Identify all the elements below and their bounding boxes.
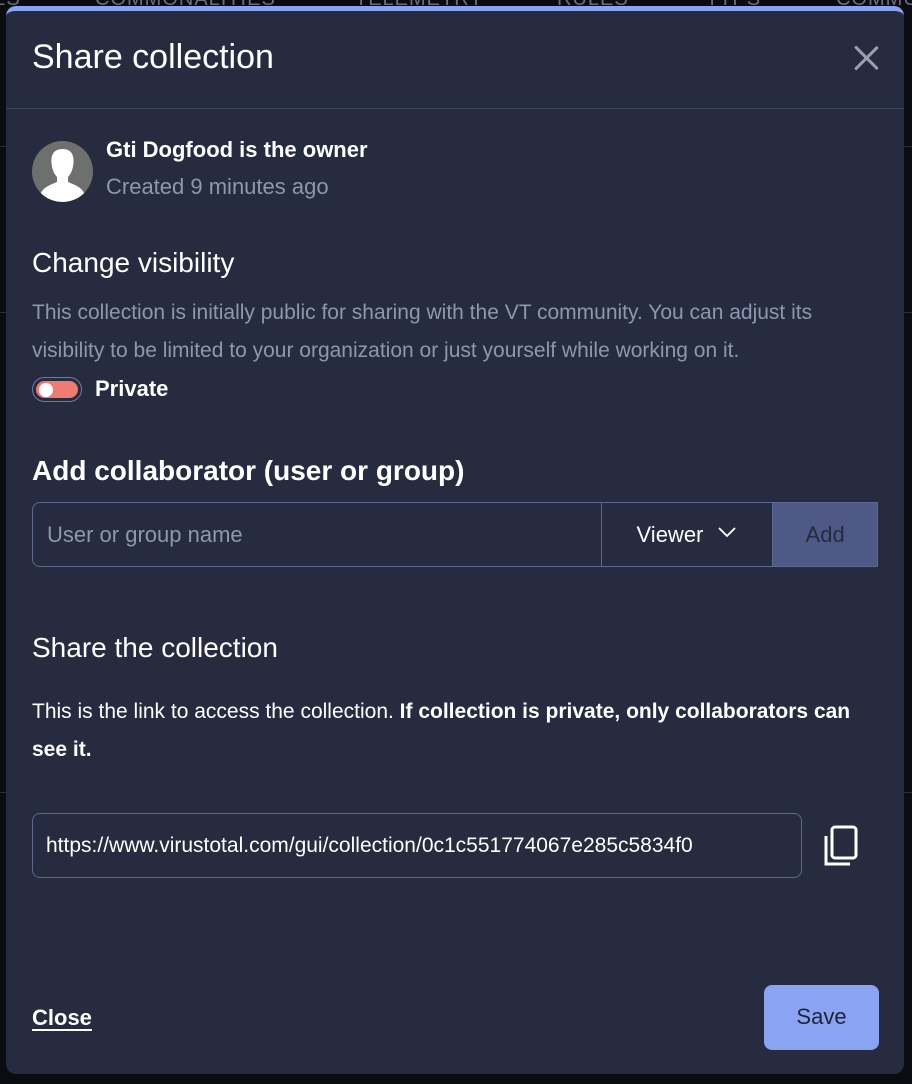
dialog-header: Share collection <box>6 11 904 109</box>
person-silhouette-icon <box>40 149 85 202</box>
private-toggle[interactable] <box>32 376 82 402</box>
close-icon[interactable] <box>852 44 880 72</box>
toggle-track <box>36 380 78 398</box>
role-selected-value: Viewer <box>636 521 704 547</box>
visibility-description: This collection is initially public for … <box>32 301 813 362</box>
dialog-title: Share collection <box>32 38 274 76</box>
toggle-knob <box>39 382 53 397</box>
collaborator-name-input[interactable] <box>32 502 601 567</box>
owner-name: Gti Dogfood is the owner <box>106 137 368 162</box>
close-link[interactable]: Close <box>32 1005 92 1031</box>
share-collection-dialog: Share collection Gti Dogfood is the owne… <box>6 6 904 1074</box>
share-description: This is the link to access the collectio… <box>32 693 878 769</box>
dialog-footer: Close Save <box>6 974 904 1074</box>
copy-icon[interactable] <box>822 824 862 868</box>
role-select[interactable]: Viewer <box>600 502 773 567</box>
share-heading: Share the collection <box>32 632 278 663</box>
created-time: Created 9 minutes ago <box>106 174 329 199</box>
visibility-heading: Change visibility <box>32 247 235 278</box>
save-button[interactable]: Save <box>764 984 879 1050</box>
avatar <box>32 141 93 202</box>
add-collaborator-heading: Add collaborator (user or group) <box>32 455 465 486</box>
private-toggle-label: Private <box>95 376 169 401</box>
share-link-field[interactable] <box>32 813 802 878</box>
add-collaborator-button[interactable]: Add <box>772 502 878 567</box>
share-description-plain: This is the link to access the collectio… <box>32 700 400 723</box>
owner-info: Gti Dogfood is the owner Created 9 minut… <box>32 137 878 202</box>
chevron-down-icon <box>718 526 737 537</box>
add-collaborator-row: Viewer Add <box>32 502 878 567</box>
